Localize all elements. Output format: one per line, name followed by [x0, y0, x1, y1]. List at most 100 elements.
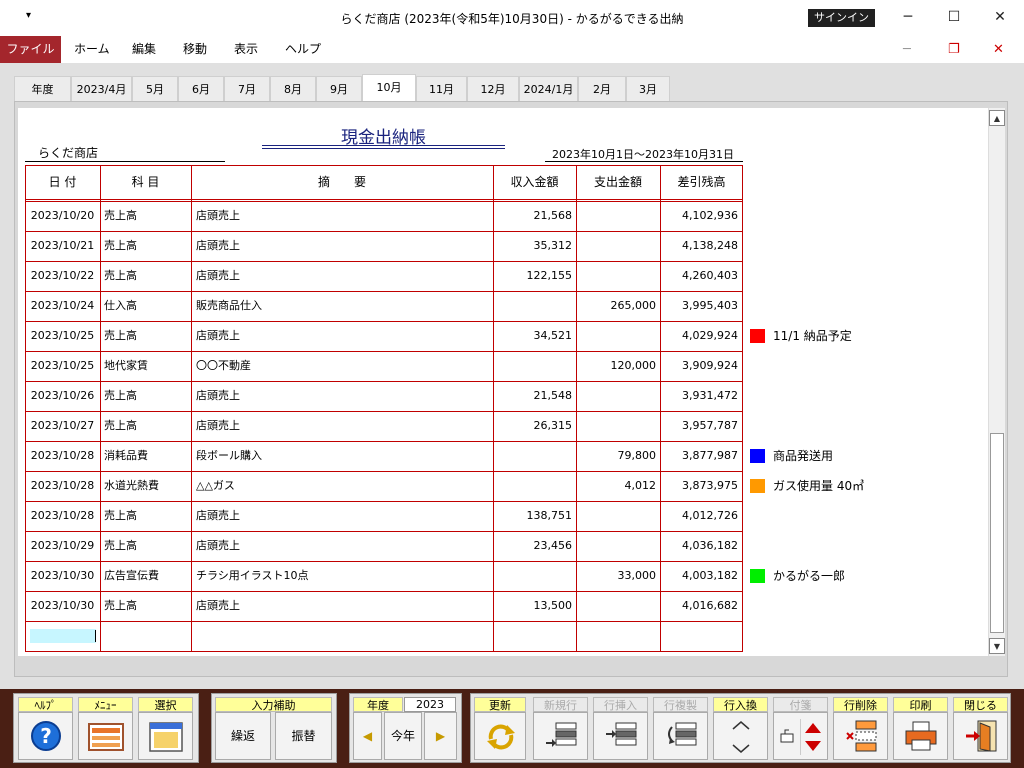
carry-button[interactable]: 繰返: [215, 712, 271, 760]
menu-button[interactable]: [78, 712, 133, 760]
cell-income[interactable]: 35,312: [493, 231, 573, 261]
cell-balance[interactable]: 4,003,182: [660, 561, 738, 591]
tab-08[interactable]: 8月: [270, 76, 316, 101]
prev-year-icon[interactable]: ◀: [353, 712, 382, 760]
menu-home[interactable]: ホーム: [74, 36, 110, 63]
cell-expense[interactable]: [576, 201, 656, 231]
cell-income[interactable]: [493, 291, 572, 321]
tab-2023-04[interactable]: 2023/4月: [71, 76, 132, 101]
cell-date[interactable]: 2023/10/21: [25, 231, 100, 261]
cell-date[interactable]: 2023/10/30: [25, 561, 100, 591]
menu-help[interactable]: ヘルプ: [285, 36, 321, 63]
cell-income[interactable]: 13,500: [493, 591, 573, 621]
cell-balance[interactable]: 3,995,403: [660, 291, 738, 321]
cell-date[interactable]: 2023/10/29: [25, 531, 100, 561]
cell-description[interactable]: △△ガス: [196, 471, 491, 501]
signin-button[interactable]: サインイン: [808, 9, 875, 27]
cell-income[interactable]: 34,521: [493, 321, 573, 351]
cell-description[interactable]: 店頭売上: [196, 321, 491, 351]
tab-06[interactable]: 6月: [178, 76, 224, 101]
cell-description[interactable]: 店頭売上: [196, 201, 491, 231]
refresh-button[interactable]: [474, 712, 526, 760]
cell-account[interactable]: 売上高: [104, 381, 189, 411]
transfer-button[interactable]: 振替: [275, 712, 332, 760]
cell-description[interactable]: 店頭売上: [196, 261, 491, 291]
cell-account[interactable]: 売上高: [104, 411, 189, 441]
cell-description[interactable]: チラシ用イラスト10点: [196, 561, 491, 591]
memo-note[interactable]: かるがる一郎: [750, 568, 845, 584]
cell-balance[interactable]: 4,260,403: [660, 261, 738, 291]
cell-account[interactable]: 売上高: [104, 261, 189, 291]
cell-description[interactable]: 店頭売上: [196, 231, 491, 261]
cell-expense[interactable]: [576, 591, 656, 621]
tab-2024-03[interactable]: 3月: [626, 76, 670, 101]
cell-description[interactable]: 店頭売上: [196, 411, 491, 441]
close-icon[interactable]: ✕: [987, 6, 1013, 28]
cell-expense[interactable]: 79,800: [576, 441, 657, 471]
cell-date[interactable]: 2023/10/22: [25, 261, 100, 291]
swap-row-button[interactable]: [713, 712, 768, 760]
cell-account[interactable]: 広告宣伝費: [104, 561, 189, 591]
cell-income[interactable]: [493, 441, 572, 471]
cell-balance[interactable]: 3,909,924: [660, 351, 738, 381]
scroll-down-icon[interactable]: ▼: [989, 638, 1005, 654]
memo-note[interactable]: 11/1 納品予定: [750, 328, 852, 344]
print-button[interactable]: [893, 712, 948, 760]
cell-balance[interactable]: 3,877,987: [660, 441, 738, 471]
cell-balance[interactable]: 4,029,924: [660, 321, 738, 351]
cell-account[interactable]: 売上高: [104, 231, 189, 261]
cell-expense[interactable]: [576, 501, 656, 531]
cell-date[interactable]: 2023/10/28: [25, 501, 100, 531]
cell-description[interactable]: 店頭売上: [196, 531, 491, 561]
this-year-button[interactable]: 今年: [384, 712, 422, 760]
cell-account[interactable]: 水道光熱費: [104, 471, 189, 501]
cell-expense[interactable]: 4,012: [576, 471, 657, 501]
cell-description[interactable]: 店頭売上: [196, 591, 491, 621]
tab-07[interactable]: 7月: [224, 76, 270, 101]
new-date-entry[interactable]: [30, 629, 96, 643]
close-button[interactable]: [953, 712, 1008, 760]
cell-date[interactable]: 2023/10/27: [25, 411, 100, 441]
cell-balance[interactable]: 4,036,182: [660, 531, 738, 561]
cell-expense[interactable]: 33,000: [576, 561, 657, 591]
cell-income[interactable]: 138,751: [493, 501, 573, 531]
cell-expense[interactable]: [576, 261, 656, 291]
cell-expense[interactable]: [576, 411, 656, 441]
delete-row-button[interactable]: [833, 712, 888, 760]
cell-balance[interactable]: 3,873,975: [660, 471, 738, 501]
inner-restore-icon[interactable]: ❐: [948, 36, 960, 63]
cell-income[interactable]: 23,456: [493, 531, 573, 561]
tab-09[interactable]: 9月: [316, 76, 362, 101]
tab-12[interactable]: 12月: [467, 76, 519, 101]
scroll-up-icon[interactable]: ▲: [989, 110, 1005, 126]
insert-row-button[interactable]: [593, 712, 648, 760]
cell-income[interactable]: 122,155: [493, 261, 573, 291]
tab-2024-02[interactable]: 2月: [578, 76, 626, 101]
minimize-icon[interactable]: ─: [895, 6, 921, 28]
memo-note[interactable]: ガス使用量 40㎥: [750, 478, 864, 494]
cell-balance[interactable]: 3,931,472: [660, 381, 738, 411]
cell-account[interactable]: 売上高: [104, 531, 189, 561]
cell-income[interactable]: [493, 351, 572, 381]
cell-description[interactable]: 販売商品仕入: [196, 291, 491, 321]
cell-account[interactable]: 仕入高: [104, 291, 189, 321]
menu-view[interactable]: 表示: [234, 36, 258, 63]
tab-2024-01[interactable]: 2024/1月: [519, 76, 578, 101]
next-year-icon[interactable]: ▶: [424, 712, 457, 760]
cell-date[interactable]: 2023/10/24: [25, 291, 100, 321]
cell-date[interactable]: 2023/10/25: [25, 351, 100, 381]
menu-file[interactable]: ファイル: [0, 36, 61, 63]
cell-account[interactable]: 売上高: [104, 321, 189, 351]
cell-date[interactable]: 2023/10/30: [25, 591, 100, 621]
cell-account[interactable]: 売上高: [104, 201, 189, 231]
cell-account[interactable]: 地代家賃: [104, 351, 189, 381]
cell-expense[interactable]: [576, 381, 656, 411]
cell-date[interactable]: 2023/10/26: [25, 381, 100, 411]
memo-note[interactable]: 商品発送用: [750, 448, 833, 464]
tab-05[interactable]: 5月: [132, 76, 178, 101]
tag-button[interactable]: [773, 712, 828, 760]
scroll-thumb[interactable]: [990, 433, 1004, 633]
cell-balance[interactable]: 3,957,787: [660, 411, 738, 441]
cell-expense[interactable]: [576, 321, 656, 351]
cell-date[interactable]: 2023/10/25: [25, 321, 100, 351]
